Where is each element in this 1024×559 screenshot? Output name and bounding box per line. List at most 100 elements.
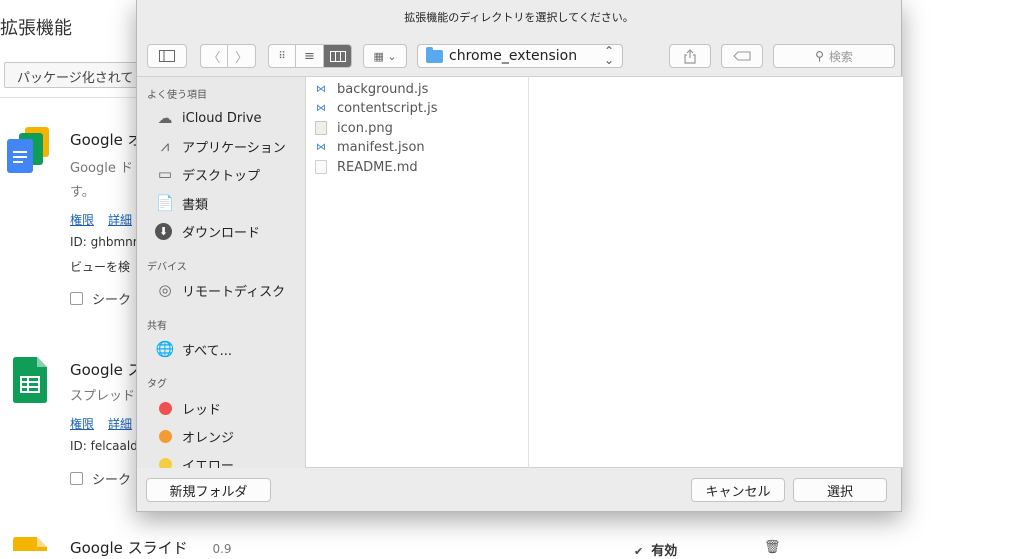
chevron-right-icon: 〉 [234, 50, 248, 66]
details-link[interactable]: 詳細 [108, 417, 132, 431]
search-input[interactable]: ⚲ 検索 [773, 44, 895, 68]
extension-links: 権限 詳細 [70, 211, 146, 228]
file-name: background.js [337, 81, 429, 97]
file-item[interactable]: ⋈ manifest.json [315, 138, 425, 156]
file-name: icon.png [337, 120, 393, 136]
google-slides-icon [13, 537, 47, 551]
icon-view-button[interactable]: ⠿ [268, 44, 296, 68]
google-sheets-icon [13, 357, 47, 403]
sidebar-item-label: イエロー [182, 458, 234, 469]
devices-header: デバイス [147, 262, 187, 273]
checkbox-box[interactable] [70, 292, 83, 305]
file-name: manifest.json [337, 139, 425, 155]
extension-links: 権限 詳細 [70, 415, 146, 432]
extension-name: Google スライド 0.9 [70, 537, 232, 558]
sidebar-item-label: リモートディスク [182, 284, 286, 300]
extension-name-text: Google スライド [70, 539, 188, 557]
arrange-icon: ▦ ⌄ [373, 49, 397, 63]
pack-extension-button[interactable]: パッケージ化されて [4, 62, 154, 88]
trash-icon[interactable]: 🗑 [764, 540, 781, 555]
enabled-label: 有効 [651, 544, 678, 559]
select-button[interactable]: 選択 [793, 478, 887, 502]
vscode-file-icon: ⋈ [316, 102, 326, 114]
forward-button[interactable]: 〉 [228, 44, 256, 68]
details-link[interactable]: 詳細 [108, 213, 132, 227]
list-view-button[interactable]: ≡ [296, 44, 324, 68]
applications-icon: ⩘ [160, 137, 170, 155]
group-by-button[interactable]: ▦ ⌄ [363, 44, 407, 68]
extension-name: Google オ [70, 131, 143, 149]
extension-description: スプレッド [70, 389, 136, 404]
page-title: 拡張機能 [0, 18, 72, 39]
vscode-file-icon: ⋈ [316, 141, 326, 153]
extension-name: Google ス [70, 361, 143, 379]
cloud-icon: ☁ [157, 109, 173, 127]
network-icon: 🌐 [155, 340, 175, 358]
sidebar-item-tag-red[interactable]: レッド [155, 397, 221, 419]
share-icon [684, 48, 696, 64]
google-docs-icon [7, 127, 49, 173]
vscode-file-icon: ⋈ [316, 83, 326, 95]
file-item[interactable]: README.md [315, 158, 418, 176]
sidebar-item-label: デスクトップ [182, 168, 261, 184]
blank-file-icon [315, 160, 327, 174]
favorites-header: よく使う項目 [147, 90, 207, 101]
extension-id: ID: felcaald [70, 439, 138, 453]
current-folder-name: chrome_extension [449, 48, 578, 64]
folder-icon [426, 46, 443, 63]
dialog-footer: 新規フォルダ キャンセル 選択 [137, 468, 901, 512]
cancel-button[interactable]: キャンセル [691, 478, 785, 502]
column-view-button[interactable] [324, 44, 352, 68]
sidebar-item-tag-yellow[interactable]: イエロー [155, 453, 234, 468]
chevron-left-icon: 〈 [207, 50, 221, 66]
browser-content: よく使う項目 ☁ iCloud Drive ⩘ アプリケーション ▭ デスクトップ 📄… [137, 76, 903, 468]
tag-button[interactable] [721, 44, 763, 68]
share-button[interactable] [669, 44, 711, 68]
file-chooser-dialog: 拡張機能のディレクトリを選択してください。 〈 〉 ⠿ ≡ ▦ ⌄ chrome… [136, 0, 903, 512]
columns-icon [329, 50, 346, 62]
permissions-link[interactable]: 権限 [70, 417, 94, 431]
incognito-checkbox[interactable]: シーク [70, 469, 131, 488]
tags-header: タグ [147, 379, 167, 390]
sidebar-item-desktop[interactable]: ▭ デスクトップ [155, 163, 260, 185]
file-item[interactable]: ⋈ background.js [315, 80, 428, 98]
file-name: contentscript.js [337, 100, 438, 116]
desktop-icon: ▭ [157, 165, 173, 183]
sidebar-item-remote-disc[interactable]: ◎ リモートディスク [155, 279, 285, 301]
yellow-tag-icon [159, 457, 172, 468]
downloads-icon: ⬇ [155, 222, 172, 240]
disc-icon: ◎ [158, 281, 172, 299]
checkbox-box[interactable] [70, 472, 83, 485]
sidebar-item-documents[interactable]: 📄 書類 [155, 192, 208, 214]
incognito-checkbox[interactable]: シーク [70, 289, 131, 308]
sidebar-item-label: オレンジ [182, 430, 235, 446]
new-folder-button[interactable]: 新規フォルダ [146, 478, 271, 502]
checkbox-label: シーク [92, 473, 132, 488]
dialog-title: 拡張機能のディレクトリを選択してください。 [404, 11, 634, 24]
sidebar-item-icloud-drive[interactable]: ☁ iCloud Drive [155, 107, 262, 129]
orange-tag-icon [159, 429, 172, 443]
sidebar-item-label: アプリケーション [182, 140, 286, 156]
sidebar-item-label: ダウンロード [182, 225, 261, 241]
file-item[interactable]: icon.png [315, 119, 393, 137]
file-item[interactable]: ⋈ contentscript.js [315, 99, 438, 117]
back-button[interactable]: 〈 [200, 44, 228, 68]
extension-description-cont: す。 [70, 185, 95, 200]
sidebar-item-label: レッド [182, 402, 222, 418]
sidebar-item-all-shared[interactable]: 🌐 すべて... [155, 338, 232, 360]
divider [0, 97, 140, 98]
dialog-toolbar: 〈 〉 ⠿ ≡ ▦ ⌄ chrome_extension ⌃ ⌄ ⚲ 検索 [137, 40, 901, 76]
extension-id: ID: ghbmnn [70, 235, 141, 249]
sidebar-item-downloads[interactable]: ⬇ ダウンロード [155, 220, 260, 242]
path-popup[interactable]: chrome_extension ⌃ ⌄ [417, 44, 623, 68]
sidebar-item-label: 書類 [182, 197, 209, 213]
sidebar-item-tag-orange[interactable]: オレンジ [155, 425, 234, 447]
sidebar-toggle-button[interactable] [147, 44, 187, 68]
sidebar-item-label: iCloud Drive [182, 110, 262, 126]
finder-sidebar: よく使う項目 ☁ iCloud Drive ⩘ アプリケーション ▭ デスクトップ 📄… [137, 77, 306, 468]
sidebar-item-applications[interactable]: ⩘ アプリケーション [155, 135, 286, 157]
permissions-link[interactable]: 権限 [70, 213, 94, 227]
checkmark-icon: ✔ [634, 545, 644, 558]
enabled-checkbox[interactable]: ✔ 有効 [634, 540, 677, 559]
up-down-chevron-icon: ⌃ ⌄ [603, 44, 614, 67]
